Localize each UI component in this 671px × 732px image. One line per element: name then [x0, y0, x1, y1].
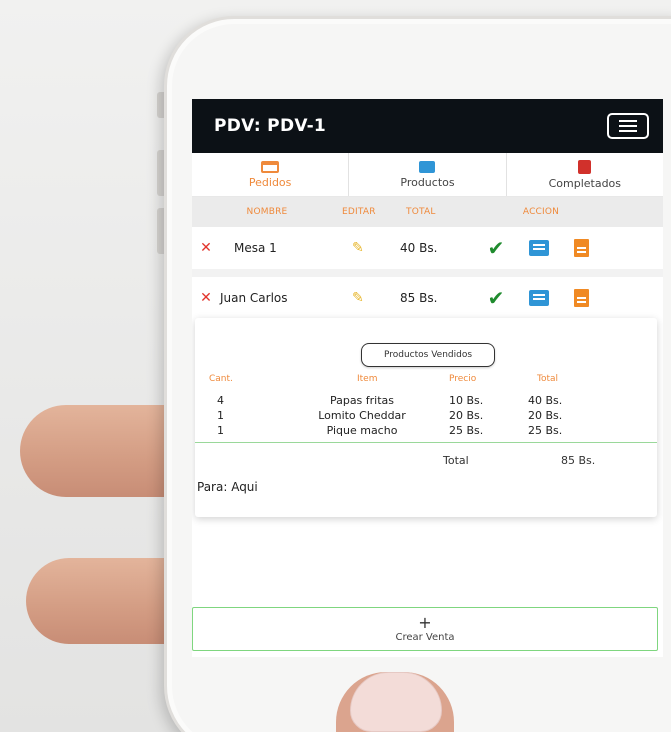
completed-icon — [578, 159, 592, 174]
column-header-total: TOTAL — [406, 207, 436, 217]
order-total: 85 Bs. — [400, 291, 438, 305]
detail-qty: 4 — [217, 394, 224, 407]
detail-header-total: Total — [537, 374, 559, 384]
tab-pedidos[interactable]: Pedidos — [192, 153, 350, 196]
plus-icon: + — [418, 612, 432, 632]
thumbnail — [350, 672, 442, 732]
detail-divider — [195, 442, 657, 443]
detail-price: 20 Bs. — [449, 409, 484, 422]
detail-total: 25 Bs. — [528, 424, 563, 437]
detail-price: 25 Bs. — [449, 424, 484, 437]
detail-item: Papas fritas — [329, 394, 395, 407]
edit-pencil-icon[interactable]: ✎ — [352, 290, 400, 306]
detail-sum-label: Total — [443, 454, 469, 467]
orders-icon — [261, 160, 280, 173]
table-header: NOMBRE EDITAR TOTAL ACCION — [192, 197, 663, 227]
list-icon[interactable] — [518, 240, 560, 256]
phone-screen: PDV: PDV-1 Pedidos Productos Completados… — [192, 99, 663, 657]
complete-check-icon[interactable]: ✔ — [474, 286, 518, 310]
table-row: ✕ Mesa 1 ✎ 40 Bs. ✔ — [192, 227, 663, 269]
document-icon[interactable] — [560, 239, 602, 257]
order-name: Juan Carlos — [220, 291, 288, 305]
detail-total: 20 Bs. — [528, 409, 563, 422]
document-icon[interactable] — [560, 289, 602, 307]
tab-bar: Pedidos Productos Completados — [192, 153, 663, 197]
column-header-name: NOMBRE — [246, 207, 288, 217]
products-sold-button[interactable]: Productos Vendidos — [361, 343, 495, 367]
tab-label: Pedidos — [248, 175, 292, 189]
order-detail-card: Productos Vendidos Cant. Item Precio Tot… — [195, 318, 657, 517]
detail-item: Pique macho — [326, 424, 398, 437]
tab-label: Productos — [400, 175, 455, 189]
create-sale-button[interactable]: + Crear Venta — [192, 607, 658, 651]
detail-row: 1 Lomito Cheddar 20 Bs. 20 Bs. — [195, 409, 657, 423]
order-total: 40 Bs. — [400, 241, 438, 255]
page-title: PDV: PDV-1 — [214, 116, 327, 136]
column-header-action: ACCION — [522, 207, 560, 217]
detail-sum-value: 85 Bs. — [561, 454, 596, 467]
detail-item: Lomito Cheddar — [318, 409, 406, 422]
detail-row: 4 Papas fritas 10 Bs. 40 Bs. — [195, 394, 657, 408]
delete-icon[interactable]: ✕ — [192, 240, 220, 256]
tab-productos[interactable]: Productos — [349, 153, 507, 196]
detail-price: 10 Bs. — [449, 394, 484, 407]
detail-qty: 1 — [217, 409, 224, 422]
column-header-edit: EDITAR — [342, 207, 376, 217]
detail-header-item: Item — [357, 374, 378, 384]
table-row: ✕ Juan Carlos ✎ 85 Bs. ✔ — [192, 277, 663, 319]
detail-header-qty: Cant. — [209, 374, 233, 384]
detail-row: 1 Pique macho 25 Bs. 25 Bs. — [195, 424, 657, 438]
create-sale-label: Crear Venta — [395, 631, 455, 643]
delete-icon[interactable]: ✕ — [192, 290, 220, 306]
edit-pencil-icon[interactable]: ✎ — [352, 240, 400, 256]
hamburger-icon[interactable] — [607, 113, 649, 139]
complete-check-icon[interactable]: ✔ — [474, 236, 518, 260]
detail-header-price: Precio — [449, 374, 477, 384]
order-destination: Para: Aqui — [197, 480, 258, 494]
detail-qty: 1 — [217, 424, 224, 437]
list-icon[interactable] — [518, 290, 560, 306]
app-header: PDV: PDV-1 — [192, 99, 663, 153]
tab-label: Completados — [548, 176, 622, 190]
row-divider — [192, 269, 663, 277]
tab-completados[interactable]: Completados — [507, 153, 663, 196]
products-icon — [419, 160, 436, 173]
detail-total: 40 Bs. — [528, 394, 563, 407]
order-name: Mesa 1 — [234, 241, 277, 255]
